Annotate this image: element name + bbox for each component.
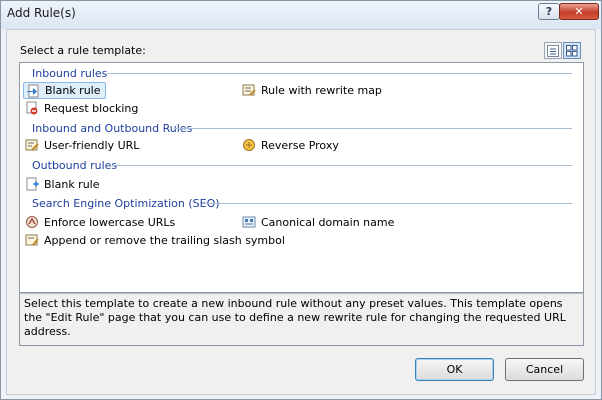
- template-prompt: Select a rule template:: [20, 44, 146, 57]
- outbound-blank-rule-icon: [26, 177, 39, 191]
- template-trailing-slash[interactable]: Append or remove the trailing slash symb…: [23, 232, 285, 249]
- trailing-slash-icon: [25, 234, 39, 246]
- template-description: Select this template to create a new inb…: [19, 293, 584, 346]
- template-label: Request blocking: [44, 102, 139, 115]
- group-divider: [112, 165, 572, 166]
- group-divider: [175, 128, 572, 129]
- template-canonical-domain-name[interactable]: Canonical domain name: [240, 214, 394, 231]
- group-header-outbound: Outbound rules: [32, 159, 118, 172]
- window-title: Add Rule(s): [7, 6, 76, 20]
- ok-button[interactable]: OK: [415, 358, 494, 381]
- title-bar: Add Rule(s) ? ✕: [1, 1, 601, 29]
- template-label: Reverse Proxy: [261, 139, 339, 152]
- request-blocking-icon: [26, 101, 38, 115]
- cancel-button[interactable]: Cancel: [505, 358, 584, 381]
- close-button[interactable]: ✕: [559, 3, 599, 20]
- details-view-button[interactable]: [544, 42, 562, 59]
- template-label: Blank rule: [44, 178, 100, 191]
- reverse-proxy-icon: [243, 139, 255, 151]
- template-label: Rule with rewrite map: [261, 84, 382, 97]
- template-blank-outbound-rule[interactable]: Blank rule: [23, 176, 100, 193]
- template-request-blocking[interactable]: Request blocking: [23, 100, 138, 117]
- template-label: Blank rule: [45, 84, 101, 97]
- canonical-domain-icon: [242, 216, 256, 228]
- details-view-icon: [547, 45, 559, 57]
- template-label: Append or remove the trailing slash symb…: [44, 234, 285, 247]
- rewrite-map-icon: [242, 84, 256, 96]
- tiles-view-icon: [566, 45, 578, 57]
- group-header-inbound-outbound: Inbound and Outbound Rules: [32, 122, 193, 135]
- add-rules-dialog: Add Rule(s) ? ✕ Select a rule template: …: [0, 0, 602, 400]
- template-enforce-lowercase-urls[interactable]: Enforce lowercase URLs: [23, 214, 175, 231]
- user-friendly-url-icon: [25, 139, 39, 151]
- group-header-seo: Search Engine Optimization (SEO): [32, 197, 220, 210]
- group-divider: [107, 73, 572, 74]
- lowercase-url-icon: [26, 216, 38, 228]
- template-reverse-proxy[interactable]: Reverse Proxy: [240, 137, 339, 154]
- blank-rule-arrow-icon: [27, 84, 39, 98]
- template-label: Canonical domain name: [261, 216, 395, 229]
- template-label: User-friendly URL: [44, 139, 140, 152]
- template-label: Enforce lowercase URLs: [44, 216, 176, 229]
- template-blank-inbound-rule[interactable]: Blank rule: [23, 82, 106, 99]
- group-header-inbound: Inbound rules: [32, 67, 108, 80]
- help-button[interactable]: ?: [538, 3, 560, 20]
- template-rule-with-rewrite-map[interactable]: Rule with rewrite map: [240, 82, 382, 99]
- template-user-friendly-url[interactable]: User-friendly URL: [23, 137, 139, 154]
- group-divider: [206, 203, 572, 204]
- rule-template-list: Inbound rules Blank rule Rule with rewri…: [19, 62, 584, 293]
- tiles-view-button[interactable]: [563, 42, 581, 59]
